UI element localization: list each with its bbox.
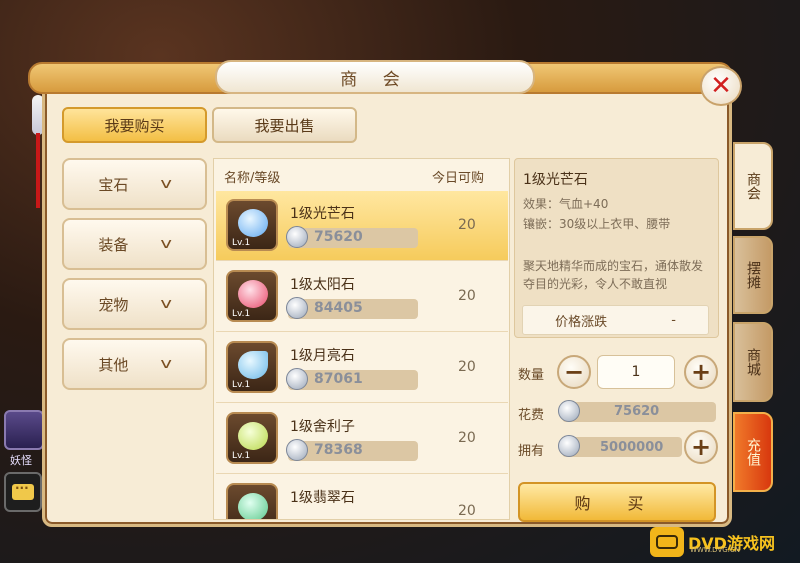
gem-icon: Lv.1	[226, 412, 278, 464]
silver-coin-icon	[286, 297, 308, 319]
silver-coin-icon	[558, 435, 580, 457]
detail-name: 1级光芒石	[523, 172, 588, 188]
category-label: 宠物	[98, 295, 129, 314]
item-name: 1级舍利子	[290, 419, 355, 435]
category-label: 其他	[98, 355, 129, 374]
plus-icon: +	[690, 433, 712, 461]
detail-effect: 效果：气血+40	[523, 197, 609, 211]
detail-inlay: 镶嵌：30级以上衣甲、腰带	[523, 217, 671, 231]
background-avatar-label: 妖怪	[10, 454, 32, 467]
item-level: Lv.1	[232, 309, 251, 319]
decrease-button[interactable]: −	[557, 355, 591, 389]
chevron-down-icon: v	[160, 176, 173, 192]
gem-icon	[226, 483, 278, 519]
add-funds-button[interactable]: +	[684, 430, 718, 464]
item-name: 1级翡翠石	[290, 490, 355, 506]
item-level: Lv.1	[232, 238, 251, 248]
chevron-down-icon: v	[160, 236, 173, 252]
silver-coin-icon	[286, 368, 308, 390]
owned-label: 拥有	[518, 444, 545, 459]
list-item[interactable]: Lv.1 1级舍利子 78368 20	[216, 404, 508, 474]
gem-icon: Lv.1	[226, 270, 278, 322]
list-header: 名称/等级 今日可购	[214, 159, 509, 191]
side-tab-stall[interactable]: 摆摊	[733, 236, 773, 314]
item-name: 1级太阳石	[290, 277, 355, 293]
side-tab-guild-shop[interactable]: 商会	[733, 142, 773, 230]
list-item[interactable]: 1级翡翠石 20	[216, 475, 508, 519]
item-list[interactable]: 名称/等级 今日可购 Lv.1 1级光芒石 75620 20 Lv.1 1级太阳…	[213, 158, 510, 520]
category-pet[interactable]: 宠物 v	[62, 278, 207, 330]
silver-coin-icon	[286, 226, 308, 248]
tab-buy[interactable]: 我要购买	[62, 107, 207, 143]
watermark: DVD游戏网	[650, 520, 800, 563]
tab-sell[interactable]: 我要出售	[212, 107, 357, 143]
header-qty: 今日可购	[432, 171, 485, 186]
cost-value: 75620	[614, 404, 660, 419]
close-icon: ✕	[710, 71, 732, 101]
minus-icon: −	[563, 358, 585, 386]
increase-button[interactable]: +	[684, 355, 718, 389]
item-name: 1级光芒石	[290, 206, 355, 222]
list-item[interactable]: Lv.1 1级月亮石 87061 20	[216, 333, 508, 403]
item-level: Lv.1	[232, 380, 251, 390]
cost-label: 花费	[518, 408, 545, 423]
title-plate: 商 会	[215, 60, 535, 94]
chat-icon[interactable]	[4, 472, 42, 512]
category-gem[interactable]: 宝石 v	[62, 158, 207, 210]
trend-value: -	[671, 312, 676, 328]
item-price: 84405	[314, 300, 363, 316]
detail-description: 聚天地精华而成的宝石，通体散发夺目的光彩，令人不敢直视	[523, 259, 704, 291]
list-item[interactable]: Lv.1 1级光芒石 75620 20	[216, 191, 508, 261]
trend-label: 价格涨跌	[555, 314, 608, 330]
quantity-value: 1	[631, 364, 641, 380]
buy-button[interactable]: 购 买	[518, 482, 716, 522]
item-qty: 20	[458, 503, 476, 519]
side-tab-recharge[interactable]: 充值	[733, 412, 773, 492]
quantity-input[interactable]: 1	[597, 355, 675, 389]
side-tab-mall[interactable]: 商城	[733, 322, 773, 402]
chevron-down-icon: v	[160, 356, 173, 372]
silver-coin-icon	[286, 439, 308, 461]
item-name: 1级月亮石	[290, 348, 355, 364]
item-qty: 20	[458, 430, 476, 446]
quantity-label: 数量	[518, 368, 545, 383]
gem-icon: Lv.1	[226, 199, 278, 251]
background-avatar[interactable]	[4, 410, 44, 450]
price-trend: 价格涨跌 -	[522, 305, 709, 335]
item-qty: 20	[458, 288, 476, 304]
item-qty: 20	[458, 359, 476, 375]
plus-icon: +	[690, 358, 712, 386]
item-price: 78368	[314, 442, 363, 458]
category-other[interactable]: 其他 v	[62, 338, 207, 390]
item-price: 87061	[314, 371, 363, 387]
gem-icon: Lv.1	[226, 341, 278, 393]
page-title: 商 会	[340, 69, 410, 90]
category-label: 宝石	[98, 175, 129, 194]
silver-coin-icon	[558, 400, 580, 422]
gem-shape	[238, 209, 268, 237]
header-name: 名称/等级	[224, 171, 281, 186]
category-list: 宝石 v 装备 v 宠物 v 其他 v	[62, 158, 207, 518]
watermark-url: WWW.DVG.CN	[690, 546, 741, 554]
item-price: 75620	[314, 229, 363, 245]
item-qty: 20	[458, 217, 476, 233]
owned-value: 5000000	[600, 440, 664, 455]
category-equipment[interactable]: 装备 v	[62, 218, 207, 270]
list-item[interactable]: Lv.1 1级太阳石 84405 20	[216, 262, 508, 332]
category-label: 装备	[98, 235, 129, 254]
chevron-down-icon: v	[160, 296, 173, 312]
gamepad-icon	[650, 526, 684, 557]
close-button[interactable]: ✕	[700, 66, 742, 106]
item-level: Lv.1	[232, 451, 251, 461]
